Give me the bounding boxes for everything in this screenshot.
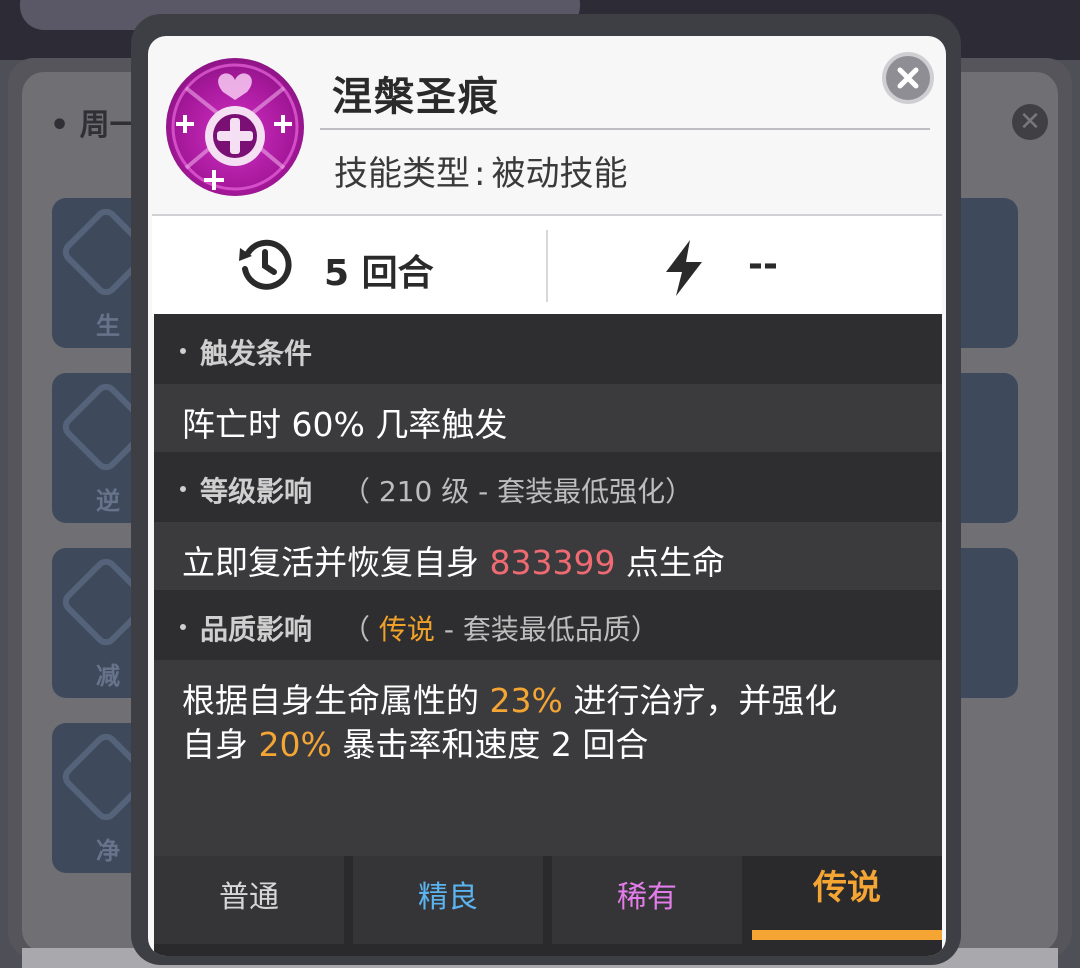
quality-line1-suffix: 进行治疗，并强化	[562, 681, 838, 720]
tab-fine[interactable]: 精良	[353, 856, 543, 944]
heal-percent: 23%	[489, 681, 563, 720]
bullet-icon	[180, 348, 186, 354]
level-note: （ 210 级 - 套装最低强化）	[342, 475, 694, 508]
quality-line2-prefix: 自身	[182, 725, 259, 764]
section-body-quality: 根据自身生命属性的 23% 进行治疗，并强化 自身 20% 暴击率和速度 2 回…	[154, 660, 942, 859]
background-tile-label: 生	[96, 312, 120, 340]
skill-type-value: 被动技能	[491, 154, 628, 194]
skill-detail: 触发条件 阵亡时 60% 几率触发 等级影响 （ 210 级 - 套装最低强化）…	[154, 314, 942, 859]
quality-note: （ 传说 - 套装最低品质）	[342, 608, 659, 648]
bullet-icon	[180, 486, 186, 492]
quality-line2-suffix: 暴击率和速度 2 回合	[331, 725, 649, 764]
level-text-prefix: 立即复活并恢复自身	[182, 543, 490, 582]
background-title: • 周一	[50, 108, 140, 143]
close-icon	[897, 67, 919, 89]
section-title: 等级影响	[200, 475, 313, 508]
skill-popup: 涅槃圣痕 技能类型: 被动技能 5 回合 -- 触发条件 阵亡时 60% 几率触发	[148, 36, 946, 956]
skill-stats-row: 5 回合 --	[152, 214, 942, 316]
section-body-trigger: 阵亡时 60% 几率触发	[154, 384, 942, 452]
heal-amount: 833399	[489, 543, 616, 582]
quality-note-highlight: 传说	[378, 613, 435, 646]
section-header-level: 等级影响 （ 210 级 - 套装最低强化）	[154, 452, 942, 522]
close-button[interactable]	[886, 56, 930, 100]
stats-divider	[546, 230, 548, 302]
section-title: 触发条件	[200, 337, 313, 370]
nirvana-cross-icon	[166, 58, 304, 196]
quality-line1-prefix: 根据自身生命属性的	[182, 681, 490, 720]
buff-percent: 20%	[258, 725, 332, 764]
section-header-trigger: 触发条件	[154, 314, 942, 384]
tab-legendary[interactable]: 传说	[752, 856, 942, 930]
background-tile-label: 减	[96, 662, 120, 690]
skill-title: 涅槃圣痕	[332, 74, 500, 120]
lightning-icon	[666, 240, 702, 296]
tab-rare[interactable]: 稀有	[552, 856, 742, 944]
background-close-icon: ✕	[1012, 104, 1048, 140]
background-tile-label: 净	[96, 837, 120, 865]
level-text: 立即复活并恢复自身 833399 点生命	[182, 536, 725, 584]
quality-note-open: （	[342, 613, 379, 646]
skill-type-separator: :	[474, 154, 486, 194]
bullet-icon	[180, 624, 186, 630]
background-tile-label: 逆	[96, 487, 120, 515]
energy-value: --	[748, 244, 778, 285]
skill-type: 技能类型: 被动技能	[334, 146, 627, 195]
skill-type-label: 技能类型	[334, 154, 470, 194]
section-title: 品质影响	[200, 613, 313, 646]
section-body-level: 立即复活并恢复自身 833399 点生命	[154, 522, 942, 590]
quality-text-line2: 自身 20% 暴击率和速度 2 回合	[182, 718, 648, 766]
title-divider	[320, 128, 930, 130]
section-header-quality: 品质影响 （ 传说 - 套装最低品质）	[154, 590, 942, 660]
active-tab-indicator	[752, 930, 942, 940]
tab-common[interactable]: 普通	[154, 856, 344, 944]
timer-icon	[239, 239, 292, 290]
level-text-suffix: 点生命	[615, 543, 725, 582]
quality-text-line1: 根据自身生命属性的 23% 进行治疗，并强化	[182, 674, 837, 722]
quality-tabs: 普通 精良 稀有 传说	[154, 856, 942, 956]
trigger-text: 阵亡时 60% 几率触发	[182, 405, 508, 444]
cooldown-value: 5 回合	[324, 253, 434, 294]
quality-note-rest: - 套装最低品质）	[434, 613, 659, 646]
